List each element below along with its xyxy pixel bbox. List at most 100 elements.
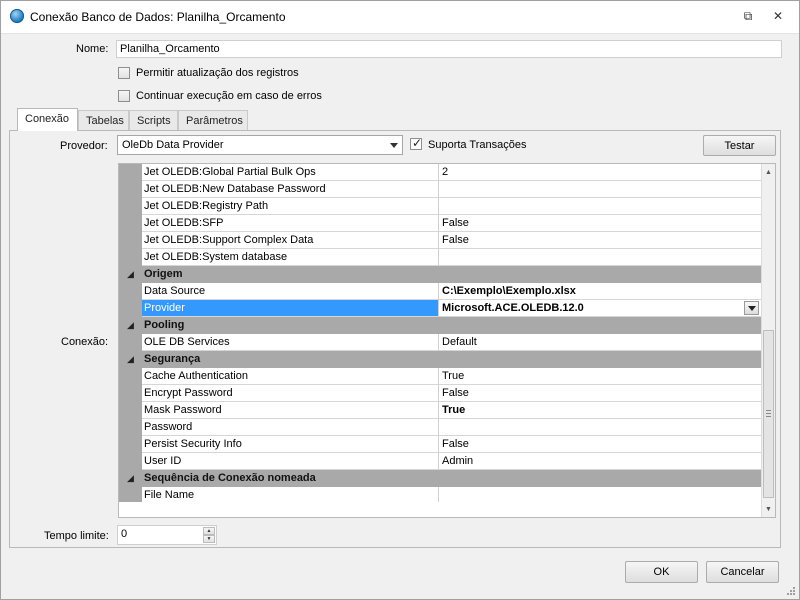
provider-select[interactable]: OleDb Data Provider bbox=[117, 135, 403, 155]
grid-row[interactable]: Jet OLEDB:New Database Password bbox=[119, 181, 761, 198]
grid-property-name[interactable]: Jet OLEDB:SFP bbox=[142, 215, 439, 232]
grid-gutter bbox=[119, 436, 142, 453]
tab-parametros[interactable]: Parâmetros bbox=[178, 110, 248, 130]
grid-property-name[interactable]: Jet OLEDB:Global Partial Bulk Ops bbox=[142, 164, 439, 181]
grid-property-value[interactable]: True bbox=[439, 402, 761, 419]
ok-button[interactable]: OK bbox=[625, 561, 698, 583]
grid-row[interactable]: Jet OLEDB:Support Complex Data False bbox=[119, 232, 761, 249]
grid-property-name[interactable]: Jet OLEDB:New Database Password bbox=[142, 181, 439, 198]
cancel-button[interactable]: Cancelar bbox=[706, 561, 779, 583]
grid-property-value[interactable]: 2 bbox=[439, 164, 761, 181]
grid-property-name[interactable]: Encrypt Password bbox=[142, 385, 439, 402]
grid-category[interactable]: ◢ Segurança bbox=[119, 351, 761, 368]
grid-gutter bbox=[119, 198, 142, 215]
tab-conexao[interactable]: Conexão bbox=[17, 108, 78, 131]
spin-up-icon[interactable]: ▲ bbox=[203, 527, 215, 535]
grid-property-value-text: False bbox=[442, 438, 469, 450]
grid-property-name[interactable]: OLE DB Services bbox=[142, 334, 439, 351]
grid-row[interactable]: Mask Password True bbox=[119, 402, 761, 419]
tab-tabelas[interactable]: Tabelas bbox=[78, 110, 129, 130]
grid-property-name[interactable]: Provider bbox=[142, 300, 439, 317]
grid-property-value[interactable] bbox=[439, 198, 761, 215]
continue-on-error-label: Continuar execução em caso de erros bbox=[136, 90, 322, 102]
grid-property-value-text: True bbox=[442, 404, 466, 416]
grid-row[interactable]: Jet OLEDB:System database bbox=[119, 249, 761, 266]
resize-grip-icon[interactable] bbox=[786, 586, 796, 596]
grid-property-value[interactable]: False bbox=[439, 385, 761, 402]
grid-row[interactable]: Encrypt Password False bbox=[119, 385, 761, 402]
scrollbar-thumb[interactable] bbox=[763, 330, 774, 498]
grid-gutter bbox=[119, 232, 142, 249]
grid-row[interactable]: OLE DB Services Default bbox=[119, 334, 761, 351]
grid-category-label: Origem bbox=[144, 268, 183, 280]
grid-property-value-text: False bbox=[442, 387, 469, 399]
grid-row[interactable]: Cache Authentication True bbox=[119, 368, 761, 385]
connection-property-grid[interactable]: Jet OLEDB:Global Partial Bulk Ops 2 Jet OL… bbox=[118, 163, 776, 518]
grid-property-value-text: Microsoft.ACE.OLEDB.12.0 bbox=[442, 302, 584, 314]
grid-row[interactable]: Jet OLEDB:Registry Path bbox=[119, 198, 761, 215]
name-input[interactable]: Planilha_Orcamento bbox=[116, 40, 782, 58]
grid-property-value[interactable]: Default bbox=[439, 334, 761, 351]
test-button[interactable]: Testar bbox=[703, 135, 776, 156]
grid-property-name[interactable]: Persist Security Info bbox=[142, 436, 439, 453]
grid-property-name[interactable]: Data Source bbox=[142, 283, 439, 300]
grid-property-name[interactable]: Jet OLEDB:System database bbox=[142, 249, 439, 266]
timeout-spinner[interactable]: 0 ▲ ▼ bbox=[117, 525, 217, 545]
scroll-up-icon[interactable]: ▲ bbox=[763, 166, 774, 178]
connection-label: Conexão: bbox=[61, 336, 109, 348]
grid-gutter bbox=[119, 402, 142, 419]
grid-property-value-text: True bbox=[442, 370, 465, 382]
grid-gutter bbox=[119, 283, 142, 300]
spin-down-icon[interactable]: ▼ bbox=[203, 535, 215, 543]
grid-property-name[interactable]: Cache Authentication bbox=[142, 368, 439, 385]
check-icon: ✓ bbox=[412, 136, 423, 150]
scroll-down-icon[interactable]: ▼ bbox=[763, 503, 774, 515]
grid-property-value[interactable] bbox=[439, 181, 761, 198]
grid-property-value[interactable]: False bbox=[439, 232, 761, 249]
provider-select-value: OleDb Data Provider bbox=[122, 139, 224, 151]
grid-category[interactable]: ◢ Pooling bbox=[119, 317, 761, 334]
grid-property-value-text: C:\Exemplo\Exemplo.xlsx bbox=[442, 285, 576, 297]
grip-line bbox=[766, 410, 771, 411]
grid-property-name[interactable]: Password bbox=[142, 419, 439, 436]
grid-category[interactable]: ◢ Origem bbox=[119, 266, 761, 283]
grid-row[interactable]: Jet OLEDB:SFP False bbox=[119, 215, 761, 232]
grid-property-name[interactable]: Jet OLEDB:Support Complex Data bbox=[142, 232, 439, 249]
supports-transactions-checkbox[interactable]: ✓ bbox=[410, 136, 423, 150]
grid-row[interactable]: Provider Microsoft.ACE.OLEDB.12.0 bbox=[119, 300, 761, 317]
grid-bottom-area bbox=[119, 502, 761, 517]
grid-property-value[interactable]: C:\Exemplo\Exemplo.xlsx bbox=[439, 283, 761, 300]
grid-property-value[interactable]: Admin bbox=[439, 453, 761, 470]
vertical-scrollbar[interactable]: ▲ ▼ bbox=[761, 164, 775, 517]
collapse-icon[interactable]: ◢ bbox=[127, 354, 134, 365]
grid-property-value[interactable] bbox=[439, 249, 761, 266]
grid-property-value[interactable]: Microsoft.ACE.OLEDB.12.0 bbox=[439, 300, 761, 317]
grid-property-value[interactable]: False bbox=[439, 215, 761, 232]
grid-row[interactable]: User ID Admin bbox=[119, 453, 761, 470]
grid-property-name[interactable]: User ID bbox=[142, 453, 439, 470]
grid-gutter bbox=[119, 300, 142, 317]
grid-property-name[interactable]: Jet OLEDB:Registry Path bbox=[142, 198, 439, 215]
grid-property-value-text: Default bbox=[442, 336, 477, 348]
tab-scripts[interactable]: Scripts bbox=[129, 110, 178, 130]
supports-transactions-label: Suporta Transações bbox=[428, 139, 527, 151]
grid-row[interactable]: Data Source C:\Exemplo\Exemplo.xlsx bbox=[119, 283, 761, 300]
grid-row[interactable]: Jet OLEDB:Global Partial Bulk Ops 2 bbox=[119, 164, 761, 181]
grid-category[interactable]: ◢ Sequência de Conexão nomeada bbox=[119, 470, 761, 487]
grid-property-value[interactable]: True bbox=[439, 368, 761, 385]
grid-gutter bbox=[119, 249, 142, 266]
grid-property-value[interactable] bbox=[439, 419, 761, 436]
allow-update-checkbox[interactable] bbox=[118, 67, 130, 79]
restore-icon[interactable]: ⧉ bbox=[741, 9, 755, 23]
continue-on-error-checkbox[interactable] bbox=[118, 90, 130, 102]
provider-label: Provedor: bbox=[60, 140, 108, 152]
collapse-icon[interactable]: ◢ bbox=[127, 473, 134, 484]
close-icon[interactable]: ✕ bbox=[771, 9, 785, 23]
grid-row[interactable]: Password bbox=[119, 419, 761, 436]
dropdown-button[interactable] bbox=[744, 301, 759, 315]
collapse-icon[interactable]: ◢ bbox=[127, 320, 134, 331]
grid-row[interactable]: Persist Security Info False bbox=[119, 436, 761, 453]
collapse-icon[interactable]: ◢ bbox=[127, 269, 134, 280]
grid-property-name[interactable]: Mask Password bbox=[142, 402, 439, 419]
grid-property-value[interactable]: False bbox=[439, 436, 761, 453]
